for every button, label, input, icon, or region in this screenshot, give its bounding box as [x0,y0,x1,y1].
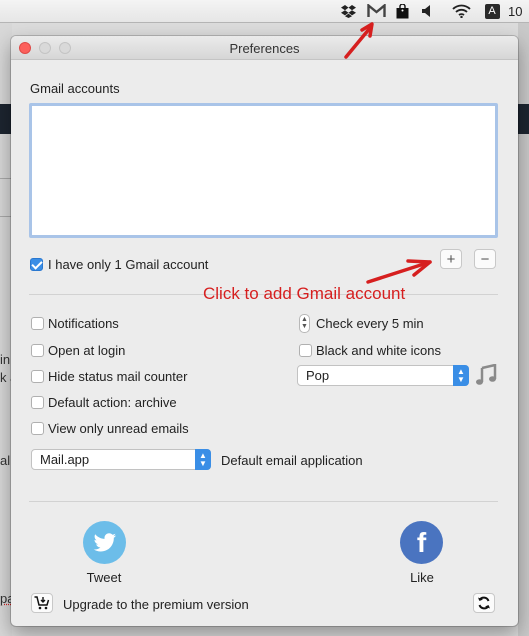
annotation-arrows [344,22,432,284]
arrow-to-menubar-icon [344,22,374,59]
arrow-to-add-button [366,259,432,284]
